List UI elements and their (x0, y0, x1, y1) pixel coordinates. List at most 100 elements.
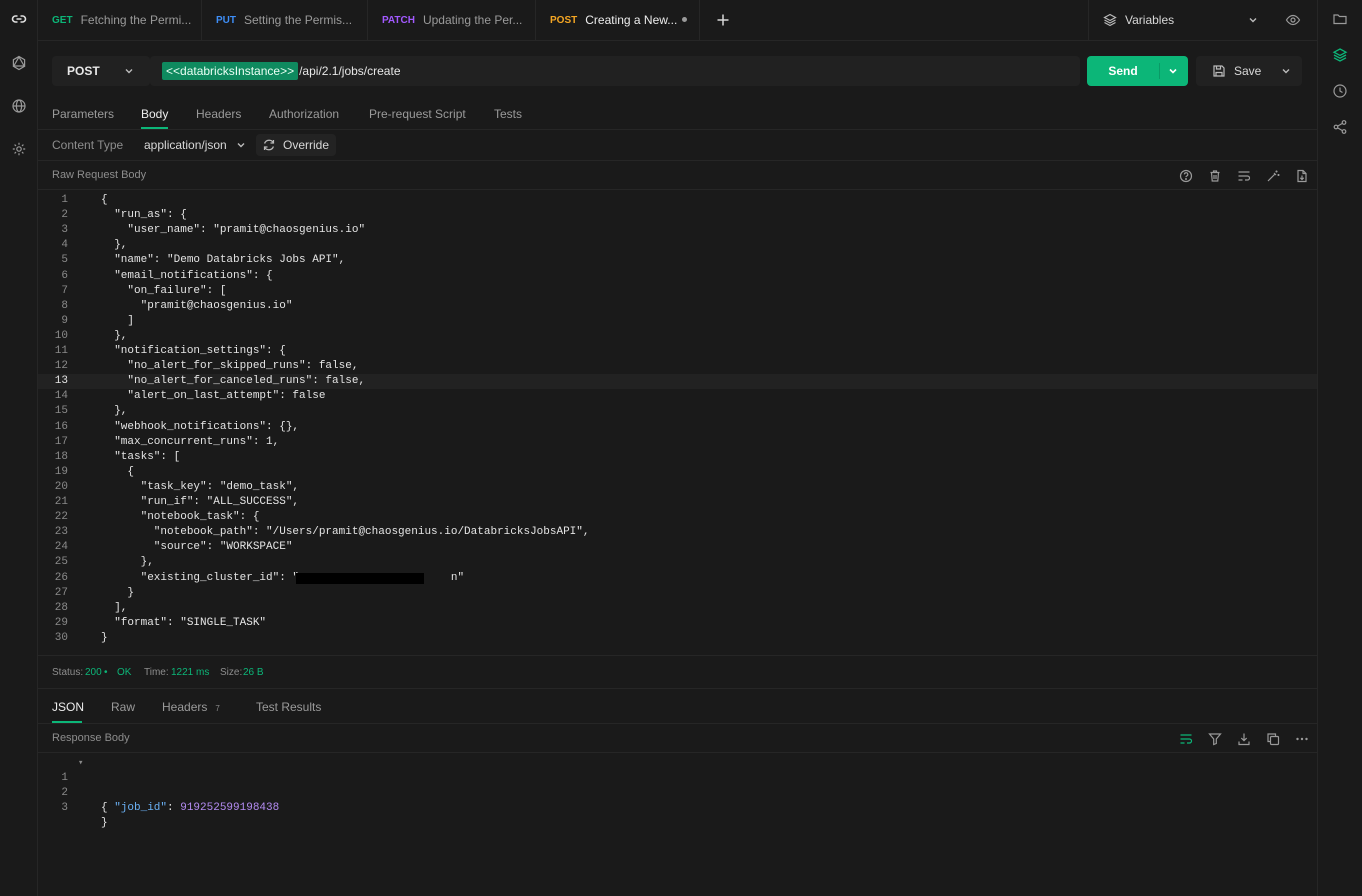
response-line: 3 } (38, 786, 1317, 829)
magic-wand-icon[interactable] (1264, 167, 1282, 185)
code-text: { (101, 194, 108, 206)
tab-json[interactable]: JSON (52, 700, 84, 714)
line-number: 1 (61, 194, 68, 206)
copy-icon[interactable] (1264, 730, 1282, 748)
layers-icon[interactable] (1328, 43, 1352, 67)
code-text: "name": "Demo Databricks Jobs API", (101, 254, 346, 267)
new-tab-plus-icon[interactable] (711, 8, 735, 32)
line-number: 12 (54, 360, 68, 373)
wrap-lines-icon[interactable] (1235, 167, 1253, 185)
line-number: 23 (54, 526, 68, 539)
chevron-down-icon (1247, 14, 1259, 26)
tab-method-label: GET (52, 14, 73, 26)
tab-test-results[interactable]: Test Results (256, 700, 321, 714)
line-number: 13 (54, 375, 68, 388)
response-section-tabs: JSON Raw Headers 7 Test Results (38, 692, 1317, 724)
line-number: 3 (61, 224, 68, 237)
link-icon[interactable] (7, 7, 31, 31)
tab-title: Setting the Permis... (244, 13, 353, 27)
env-variable-token[interactable]: <<databricksInstance>> (162, 62, 299, 80)
tab-put-request[interactable]: PUT Setting the Permis... (202, 0, 368, 40)
settings-gear-icon[interactable] (7, 137, 31, 161)
globe-icon[interactable] (7, 94, 31, 118)
code-text: "pramit@chaosgenius.io" (101, 299, 293, 312)
response-line: 1 ▾ { (38, 756, 1317, 814)
response-code: } (101, 817, 108, 829)
tab-patch-request[interactable]: PATCH Updating the Per... (368, 0, 536, 40)
response-body-viewer[interactable]: 1 ▾ { 2 "job_id": 919252599198438 3 } (38, 756, 1317, 829)
request-body-editor[interactable]: 1{2 "run_as": {3 "user_name": "pramit@ch… (38, 193, 1317, 649)
graphql-icon[interactable] (7, 51, 31, 75)
chevron-down-icon (123, 65, 135, 77)
line-number: 2 (61, 209, 68, 222)
folder-icon[interactable] (1328, 7, 1352, 31)
tab-pre-request-script[interactable]: Pre-request Script (369, 107, 466, 121)
code-text: "notebook_task": { (101, 511, 260, 524)
line-number: 3 (61, 802, 68, 814)
trash-icon[interactable] (1206, 167, 1224, 185)
override-button[interactable]: Override (256, 134, 336, 156)
chevron-down-icon[interactable] (1167, 65, 1179, 77)
code-text: }, (101, 556, 154, 569)
tab-method-label: POST (550, 14, 578, 26)
response-line: 2 "job_id": 919252599198438 (38, 771, 1317, 814)
more-options-icon[interactable] (1293, 730, 1311, 748)
send-label: Send (1108, 64, 1138, 78)
tab-method-label: PUT (216, 14, 236, 26)
chevron-down-icon[interactable] (1280, 65, 1292, 77)
line-number: 6 (61, 269, 68, 282)
active-tab-underline (141, 127, 168, 129)
url-path: /api/2.1/jobs/create (299, 64, 401, 78)
tab-get-request[interactable]: GET Fetching the Permi... (38, 0, 202, 40)
tab-headers[interactable]: Headers (196, 107, 241, 121)
send-button[interactable]: Send (1087, 56, 1188, 86)
code-line: 12 "no_alert_for_skipped_runs": false, (38, 359, 1317, 374)
line-number: 28 (54, 601, 68, 614)
content-type-select[interactable]: application/json (144, 138, 227, 152)
tab-post-request-active[interactable]: POST Creating a New... (536, 0, 700, 40)
share-icon[interactable] (1328, 115, 1352, 139)
line-number: 11 (54, 345, 68, 357)
tab-authorization[interactable]: Authorization (269, 107, 339, 121)
redacted-cluster-id (296, 572, 424, 584)
code-line: 26 "existing_cluster_id": " n" (38, 571, 1317, 586)
filter-icon[interactable] (1206, 730, 1224, 748)
code-text: "webhook_notifications": {}, (101, 420, 300, 433)
tab-parameters[interactable]: Parameters (52, 107, 114, 121)
line-number: 27 (54, 586, 68, 599)
response-key: "job_id" (114, 802, 168, 814)
code-line: 7 "on_failure": [ (38, 284, 1317, 299)
size-label: Size: (220, 667, 243, 678)
headers-tab-label: Headers (162, 700, 208, 714)
chevron-down-icon[interactable] (235, 139, 247, 151)
tab-raw[interactable]: Raw (111, 700, 135, 714)
url-input[interactable]: <<databricksInstance>> /api/2.1/jobs/cre… (150, 56, 1080, 86)
line-number: 17 (54, 435, 68, 448)
file-import-icon[interactable] (1293, 167, 1311, 185)
history-clock-icon[interactable] (1328, 79, 1352, 103)
code-line: 21 "run_if": "ALL_SUCCESS", (38, 495, 1317, 510)
code-text: "no_alert_for_skipped_runs": false, (101, 360, 359, 373)
method-label: POST (67, 64, 100, 78)
code-line: 8 "pramit@chaosgenius.io" (38, 299, 1317, 314)
method-select[interactable]: POST (52, 56, 150, 86)
variables-selector[interactable]: Variables (1088, 0, 1317, 40)
tab-response-headers[interactable]: Headers 7 (162, 700, 220, 714)
response-body-bar: Response Body (38, 725, 1317, 753)
tab-body[interactable]: Body (141, 107, 168, 121)
wrap-lines-icon[interactable] (1177, 730, 1195, 748)
code-text: }, (101, 329, 128, 342)
help-icon[interactable] (1177, 167, 1195, 185)
save-button[interactable]: Save (1196, 56, 1302, 86)
save-label: Save (1234, 64, 1262, 78)
tab-tests[interactable]: Tests (494, 107, 522, 121)
code-line: 1{ (38, 193, 1317, 208)
code-text: ], (101, 601, 128, 614)
code-line: 15 }, (38, 404, 1317, 419)
code-line: 27 } (38, 586, 1317, 601)
download-icon[interactable] (1235, 730, 1253, 748)
eye-icon[interactable] (1285, 12, 1301, 28)
status-text: OK (117, 667, 132, 678)
fold-caret-icon[interactable]: ▾ (78, 756, 83, 771)
content-type-label: Content Type (52, 138, 124, 152)
